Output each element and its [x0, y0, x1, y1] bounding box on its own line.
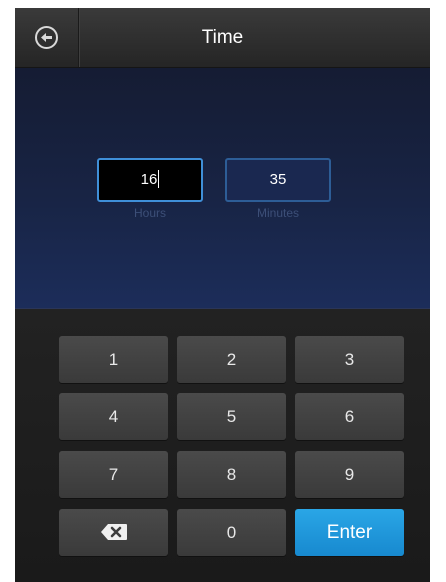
minutes-value: 35: [269, 171, 287, 188]
minutes-label: Minutes: [256, 206, 300, 220]
time-entry-panel: 16 Hours 35 Minutes: [15, 68, 430, 309]
key-2[interactable]: 2: [177, 336, 286, 383]
key-0[interactable]: 0: [177, 509, 286, 556]
key-7[interactable]: 7: [59, 451, 168, 498]
key-4[interactable]: 4: [59, 393, 168, 440]
hours-field-group: 16 Hours: [97, 158, 203, 220]
text-caret: [158, 170, 160, 189]
enter-button[interactable]: Enter: [295, 509, 404, 556]
back-arrow-icon: [35, 26, 58, 49]
minutes-field-group: 35 Minutes: [225, 158, 331, 220]
key-6[interactable]: 6: [295, 393, 404, 440]
key-5[interactable]: 5: [177, 393, 286, 440]
key-8[interactable]: 8: [177, 451, 286, 498]
header-bar: Time: [15, 8, 430, 68]
page-title: Time: [201, 27, 244, 48]
minutes-input[interactable]: 35: [225, 158, 331, 202]
backspace-icon: [100, 524, 127, 541]
hours-input[interactable]: 16: [97, 158, 203, 202]
back-button[interactable]: [15, 8, 79, 67]
delete-button[interactable]: [59, 509, 168, 556]
key-1[interactable]: 1: [59, 336, 168, 383]
hours-value: 16: [140, 171, 158, 188]
time-dialog: Time 16 Hours 35 Minutes 1 2 3 4 5 6 7 8…: [15, 8, 430, 582]
numeric-keypad: 1 2 3 4 5 6 7 8 9 0 Enter: [15, 309, 430, 582]
key-3[interactable]: 3: [295, 336, 404, 383]
key-9[interactable]: 9: [295, 451, 404, 498]
hours-label: Hours: [133, 206, 166, 220]
